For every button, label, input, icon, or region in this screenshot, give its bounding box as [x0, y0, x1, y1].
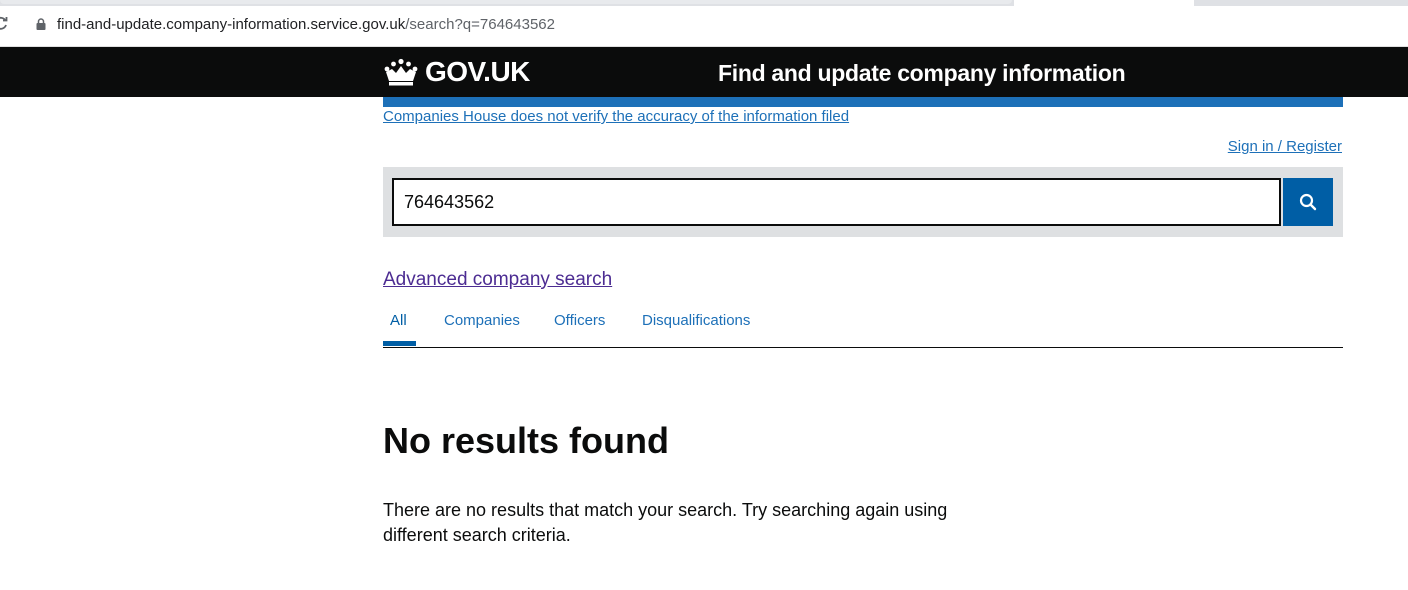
tab-all[interactable]: All	[390, 312, 407, 330]
browser-address-bar[interactable]: find-and-update.company-information.serv…	[0, 6, 1408, 47]
reload-icon[interactable]	[0, 16, 8, 30]
results-heading: No results found	[383, 420, 669, 461]
active-tab-indicator	[383, 341, 416, 346]
search-icon	[1299, 193, 1317, 211]
url-path: /search?q=764643562	[405, 16, 555, 33]
url-host: find-and-update.company-information.serv…	[57, 16, 406, 33]
header-blue-bar	[383, 97, 1343, 107]
url-text[interactable]: find-and-update.company-information.serv…	[57, 16, 555, 34]
crown-icon[interactable]	[383, 57, 419, 87]
search-panel	[383, 167, 1343, 237]
govuk-header: GOV.UK Find and update company informati…	[0, 47, 1408, 97]
tab-officers[interactable]: Officers	[554, 312, 605, 330]
search-button[interactable]	[1283, 178, 1333, 226]
govuk-logo-text[interactable]: GOV.UK	[425, 56, 530, 88]
service-name-link[interactable]: Find and update company information	[718, 59, 1126, 87]
results-tabs: All Companies Officers Disqualifications	[383, 306, 1343, 348]
advanced-company-search-link[interactable]: Advanced company search	[383, 269, 612, 291]
tab-disqualifications[interactable]: Disqualifications	[642, 312, 750, 330]
sign-in-register-link[interactable]: Sign in / Register	[1228, 138, 1342, 156]
tab-companies[interactable]: Companies	[444, 312, 520, 330]
lock-icon[interactable]	[36, 18, 46, 30]
no-results-message: There are no results that match your sea…	[383, 500, 948, 545]
browser-tab-inactive[interactable]	[0, 0, 1012, 4]
search-input[interactable]	[392, 178, 1281, 226]
accuracy-notice-link[interactable]: Companies House does not verify the accu…	[383, 108, 849, 126]
